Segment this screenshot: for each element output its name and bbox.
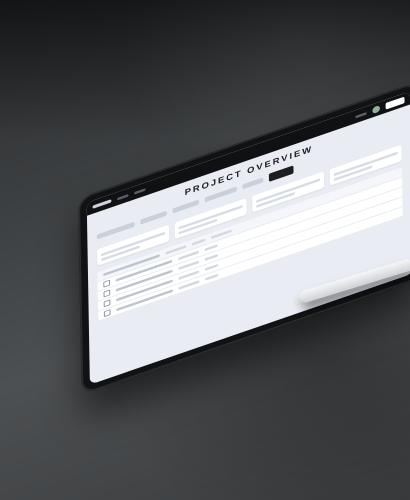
avatar-icon[interactable] bbox=[372, 105, 381, 115]
checkbox-icon[interactable] bbox=[103, 289, 111, 298]
tablet-device: PROJECT OVERVIEW bbox=[78, 80, 410, 396]
scene: PROJECT OVERVIEW bbox=[0, 0, 410, 500]
checkbox-icon[interactable] bbox=[103, 279, 111, 288]
tablet-screen: PROJECT OVERVIEW bbox=[86, 91, 410, 385]
nav-item[interactable] bbox=[117, 193, 129, 201]
checkbox-icon[interactable] bbox=[103, 299, 111, 308]
nav-item[interactable] bbox=[355, 111, 367, 118]
nav-item[interactable] bbox=[134, 187, 146, 195]
checkbox-icon[interactable] bbox=[103, 309, 111, 318]
